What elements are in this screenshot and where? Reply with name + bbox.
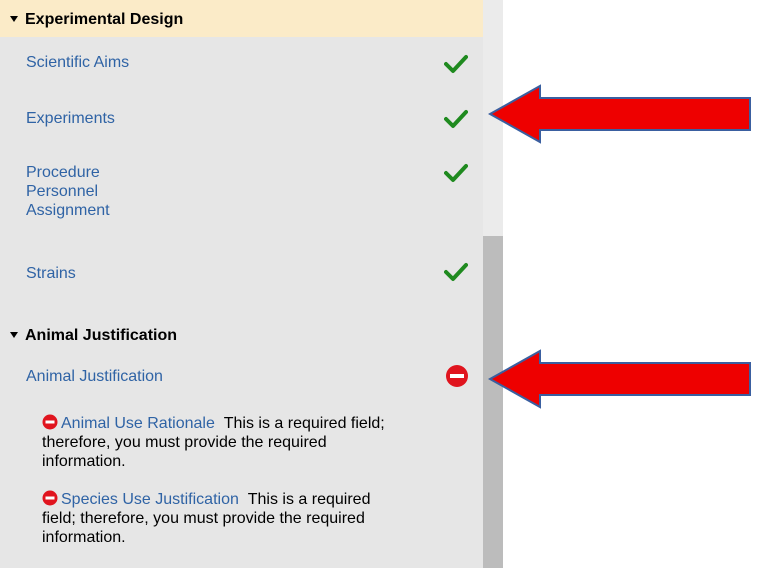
no-entry-icon: [446, 365, 468, 387]
requirement-message: This is a required: [247, 491, 371, 508]
red-arrow: [488, 84, 751, 144]
section-header-experimental-design[interactable]: Experimental Design: [0, 0, 483, 37]
check-icon: [444, 110, 468, 128]
section-title: Animal Justification: [25, 327, 178, 344]
nav-item-experiments[interactable]: Experiments: [26, 109, 115, 128]
check-icon: [444, 164, 468, 182]
section-title: Experimental Design: [25, 11, 184, 28]
check-icon: [444, 55, 468, 73]
no-entry-icon: [42, 490, 58, 506]
caret-down-icon[interactable]: [10, 16, 18, 22]
nav-item-scientific-aims[interactable]: Scientific Aims: [26, 53, 129, 72]
requirement-message: information.: [42, 529, 126, 546]
section-header-animal-justification[interactable]: Animal Justification: [0, 324, 483, 348]
requirement-message: This is a required field;: [223, 415, 385, 432]
requirement-link[interactable]: Animal Use Rationale: [61, 415, 215, 432]
requirement-link[interactable]: Species Use Justification: [61, 491, 239, 508]
nav-item-strains[interactable]: Strains: [26, 264, 76, 283]
nav-item-procedure-personnel-assignment[interactable]: Procedure Personnel Assignment: [26, 163, 110, 220]
navigation-panel: Experimental Design Scientific Aims Expe…: [0, 0, 483, 568]
requirement-message: therefore, you must provide the required: [42, 434, 327, 451]
no-entry-icon: [42, 414, 58, 430]
requirement-message: information.: [42, 453, 126, 470]
nav-item-animal-justification[interactable]: Animal Justification: [26, 367, 163, 386]
red-arrow: [488, 349, 751, 409]
nav-item-label-line: Personnel: [26, 183, 99, 200]
nav-item-label-line: Procedure: [26, 164, 100, 181]
caret-down-icon[interactable]: [10, 332, 18, 338]
requirement-animal-use-rationale: Animal Use Rationale This is a required …: [42, 414, 478, 471]
requirement-message: field; therefore, you must provide the r…: [42, 510, 365, 527]
check-icon: [444, 263, 468, 281]
nav-item-label-line: Assignment: [26, 202, 110, 219]
requirement-species-use-justification: Species Use Justification This is a requ…: [42, 490, 478, 547]
